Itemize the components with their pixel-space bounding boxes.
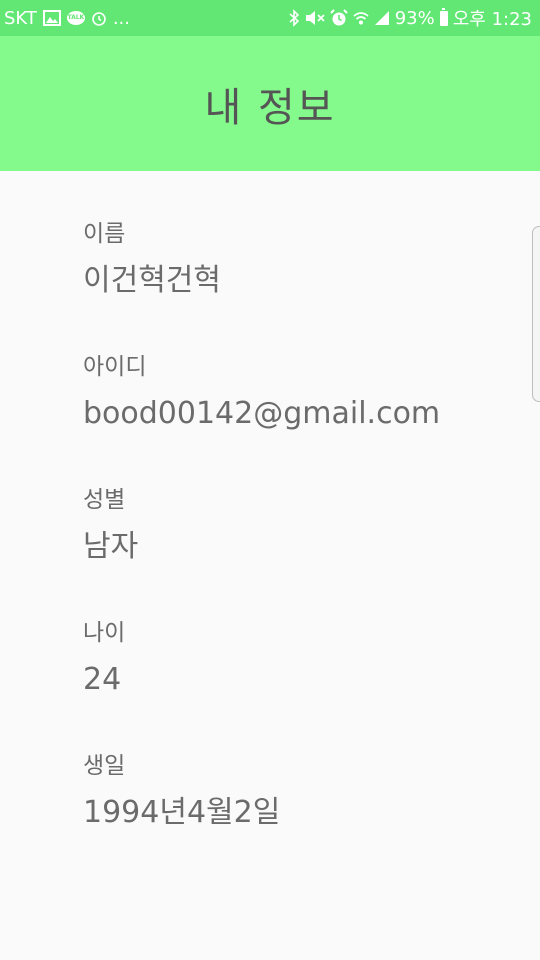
- id-value: bood00142@gmail.com: [83, 396, 441, 431]
- name-field: 이름 이건혁건혁: [83, 219, 503, 301]
- alarm-icon: [91, 10, 107, 26]
- id-label: 아이디: [83, 354, 147, 380]
- age-field: 나이 24: [83, 618, 503, 700]
- bluetooth-icon: [288, 9, 300, 27]
- page-title: 내 정보: [204, 84, 336, 131]
- birthday-label: 생일: [83, 753, 126, 779]
- gender-label: 성별: [83, 487, 126, 513]
- signal-icon: [374, 10, 390, 26]
- name-value: 이건혁건혁: [83, 263, 221, 298]
- carrier-label: SKT: [4, 7, 37, 29]
- status-bar: SKT TALK ... 93% 오후 1:23: [0, 0, 540, 36]
- id-field: 아이디 bood00142@gmail.com: [83, 352, 503, 434]
- birthday-field: 생일 1994년4월2일: [83, 751, 503, 833]
- kakaotalk-label: TALK: [66, 11, 85, 25]
- gallery-icon: [42, 10, 61, 26]
- age-label: 나이: [83, 620, 126, 646]
- mute-icon: [305, 10, 325, 26]
- wifi-icon: [353, 10, 369, 26]
- app-bar: 내 정보: [0, 36, 540, 171]
- status-bar-left: SKT TALK ...: [4, 8, 130, 29]
- clock-time: 오후 1:23: [452, 9, 532, 30]
- battery-percent: 93%: [394, 7, 435, 29]
- battery-icon: [439, 7, 448, 26]
- edge-panel-handle[interactable]: [532, 226, 540, 402]
- more-notifications: ...: [112, 7, 130, 29]
- gender-field: 성별 남자: [83, 485, 503, 567]
- birthday-value: 1994년4월2일: [83, 795, 281, 830]
- alarm-clock-icon: [330, 9, 348, 27]
- name-label: 이름: [83, 221, 126, 247]
- age-value: 24: [83, 662, 122, 697]
- gender-value: 남자: [83, 529, 139, 564]
- status-bar-right: 93% 오후 1:23: [288, 5, 532, 31]
- kakaotalk-icon: TALK: [66, 11, 85, 25]
